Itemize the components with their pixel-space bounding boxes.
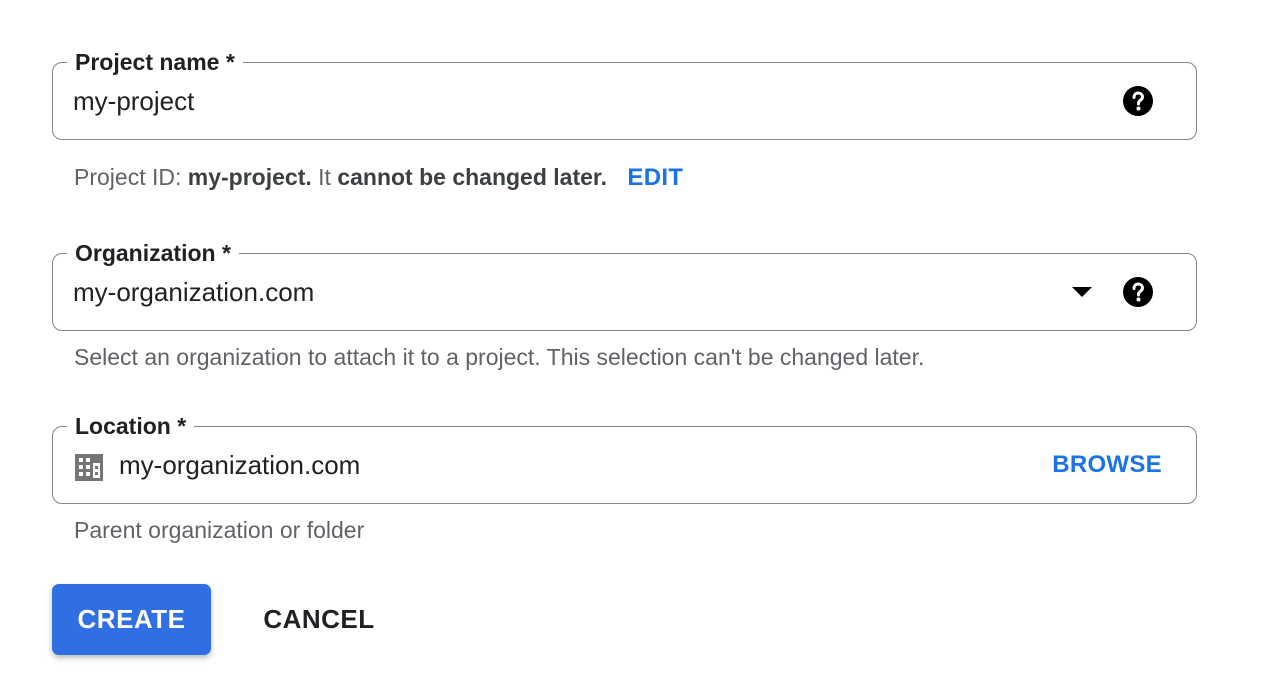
- project-id-prefix: Project ID:: [74, 164, 188, 190]
- help-circle-icon[interactable]: [1122, 85, 1154, 117]
- building-icon: [75, 454, 103, 481]
- project-id-value: my-project.: [187, 164, 312, 190]
- project-name-input[interactable]: my-project: [73, 85, 194, 117]
- location-field[interactable]: Location * my-organization.com BROWSE: [52, 411, 1197, 504]
- project-name-label: Project name *: [67, 47, 243, 77]
- cancel-button[interactable]: CANCEL: [244, 584, 394, 655]
- location-hint: Parent organization or folder: [74, 517, 365, 543]
- organization-field[interactable]: Organization * my-organization.com: [52, 238, 1197, 331]
- project-id-hint: Project ID: my-project. It cannot be cha…: [74, 162, 683, 193]
- organization-hint: Select an organization to attach it to a…: [74, 344, 925, 370]
- arrow-drop-down-icon[interactable]: [1072, 285, 1092, 299]
- project-name-field[interactable]: Project name * my-project: [52, 47, 1197, 140]
- browse-button[interactable]: BROWSE: [1052, 449, 1162, 481]
- organization-select[interactable]: my-organization.com: [73, 276, 314, 308]
- location-label: Location *: [67, 411, 195, 441]
- project-id-warning: cannot be changed later.: [337, 164, 607, 190]
- help-circle-icon[interactable]: [1122, 276, 1154, 308]
- edit-project-id-button[interactable]: EDIT: [627, 164, 683, 191]
- project-id-middle: It: [311, 164, 338, 190]
- organization-label: Organization *: [67, 238, 239, 268]
- create-button[interactable]: CREATE: [52, 584, 211, 655]
- location-value: my-organization.com: [119, 450, 361, 480]
